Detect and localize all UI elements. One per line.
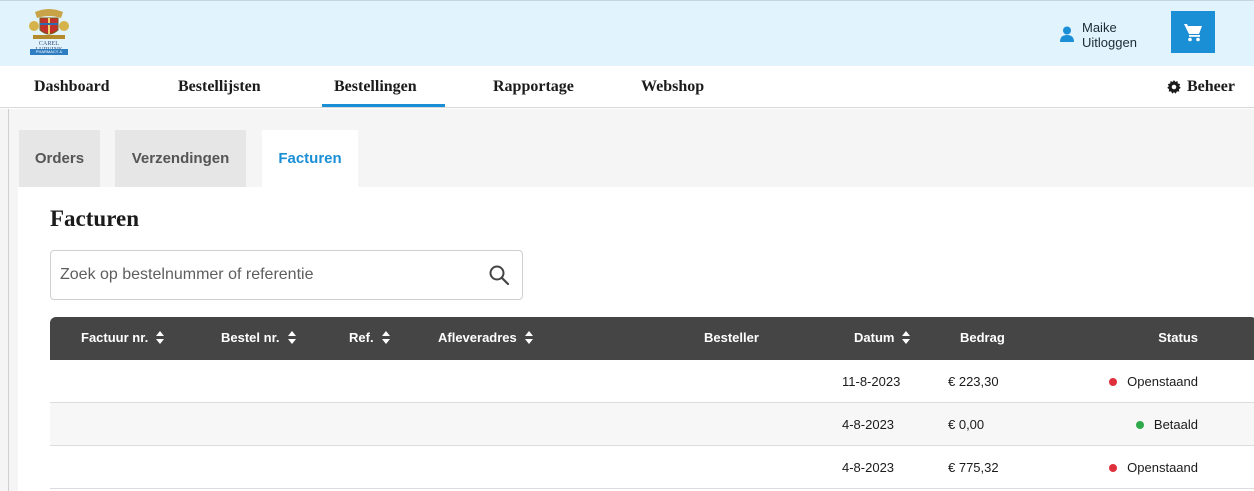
nav-item-dashboard[interactable]: Dashboard bbox=[34, 78, 110, 96]
status-badge: Openstaand bbox=[1109, 460, 1198, 475]
column-label: Ref. bbox=[349, 330, 374, 345]
user-icon bbox=[1060, 26, 1074, 42]
sort-icon bbox=[381, 331, 390, 344]
user-menu[interactable]: Maike Uitloggen bbox=[1060, 20, 1160, 52]
column-header-bestel[interactable]: Bestel nr. bbox=[221, 330, 296, 345]
cell-bedrag: € 775,32 bbox=[948, 460, 999, 475]
column-header-bedrag: Bedrag bbox=[960, 330, 1005, 345]
company-logo[interactable]: CAREL LURVINK PHARMACY & FOOD bbox=[27, 8, 71, 61]
tab-verzendingen[interactable]: Verzendingen bbox=[115, 130, 246, 187]
table-row[interactable]: 4-8-2023 € 775,32 Openstaand bbox=[50, 446, 1254, 489]
cell-bedrag: € 0,00 bbox=[948, 417, 985, 432]
column-label: Bedrag bbox=[960, 330, 1005, 345]
logo-subtitle: PHARMACY & FOOD bbox=[30, 49, 68, 60]
column-label: Afleveradres bbox=[438, 330, 517, 345]
cell-datum: 4-8-2023 bbox=[842, 460, 895, 475]
crest-icon bbox=[29, 9, 69, 39]
nav-item-bestellingen[interactable]: Bestellingen bbox=[334, 78, 417, 96]
nav-item-webshop[interactable]: Webshop bbox=[641, 78, 704, 96]
column-header-afleveradres[interactable]: Afleveradres bbox=[438, 330, 533, 345]
shopping-cart-icon bbox=[1184, 24, 1202, 42]
column-label: Besteller bbox=[704, 330, 759, 345]
column-header-datum[interactable]: Datum bbox=[854, 330, 911, 345]
tab-verzendingen-label: Verzendingen bbox=[131, 150, 230, 167]
nav-item-bestellijsten[interactable]: Bestellijsten bbox=[178, 78, 261, 96]
column-label: Status bbox=[1158, 330, 1198, 345]
page-title: Facturen bbox=[50, 206, 140, 231]
sort-icon bbox=[524, 331, 533, 344]
cell-datum: 11-8-2023 bbox=[842, 374, 901, 389]
tab-facturen[interactable]: Facturen bbox=[262, 130, 358, 187]
table-row[interactable]: 4-8-2023 € 0,00 Betaald bbox=[50, 403, 1254, 446]
nav-item-rapportage[interactable]: Rapportage bbox=[493, 78, 574, 96]
column-header-ref[interactable]: Ref. bbox=[349, 330, 390, 345]
cell-bedrag: € 223,30 bbox=[948, 374, 999, 389]
tab-orders-label: Orders bbox=[34, 150, 85, 167]
gear-icon bbox=[1167, 80, 1181, 94]
sort-icon bbox=[287, 331, 296, 344]
status-label: Openstaand bbox=[1127, 374, 1198, 389]
main-navigation: Dashboard Bestellijsten Bestellingen Rap… bbox=[0, 66, 1254, 108]
column-header-factuur[interactable]: Factuur nr. bbox=[81, 330, 165, 345]
beheer-label: Beheer bbox=[1187, 78, 1235, 95]
status-label: Betaald bbox=[1153, 417, 1198, 432]
divider bbox=[8, 109, 9, 491]
status-dot-icon bbox=[1109, 463, 1118, 472]
column-label: Datum bbox=[854, 330, 895, 345]
sort-icon bbox=[156, 331, 165, 344]
sort-icon bbox=[902, 331, 911, 344]
tab-facturen-label: Facturen bbox=[278, 150, 342, 167]
status-dot-icon bbox=[1109, 377, 1118, 386]
column-header-besteller: Besteller bbox=[704, 330, 759, 345]
top-header: CAREL LURVINK PHARMACY & FOOD Maike Uitl… bbox=[0, 0, 1254, 66]
column-label: Factuur nr. bbox=[81, 330, 149, 345]
status-dot-icon bbox=[1135, 420, 1144, 429]
status-badge: Openstaand bbox=[1109, 374, 1198, 389]
nav-active-indicator bbox=[322, 104, 445, 107]
cell-datum: 4-8-2023 bbox=[842, 417, 895, 432]
table-row[interactable]: 11-8-2023 € 223,30 Openstaand bbox=[50, 360, 1254, 403]
beheer-menu[interactable]: Beheer bbox=[1167, 78, 1235, 96]
column-header-status: Status bbox=[1158, 330, 1198, 345]
status-badge: Betaald bbox=[1135, 417, 1198, 432]
logout-link[interactable]: Uitloggen bbox=[1082, 35, 1137, 50]
status-label: Openstaand bbox=[1127, 460, 1198, 475]
search-field[interactable] bbox=[50, 250, 523, 300]
search-icon[interactable] bbox=[488, 264, 510, 286]
cart-button[interactable] bbox=[1171, 11, 1215, 53]
search-input[interactable] bbox=[60, 264, 470, 286]
column-label: Bestel nr. bbox=[221, 330, 280, 345]
invoice-table-header: Factuur nr. Bestel nr. Ref. Afleveradres… bbox=[50, 317, 1254, 360]
user-name: Maike bbox=[1082, 20, 1117, 35]
tab-orders[interactable]: Orders bbox=[19, 130, 100, 187]
